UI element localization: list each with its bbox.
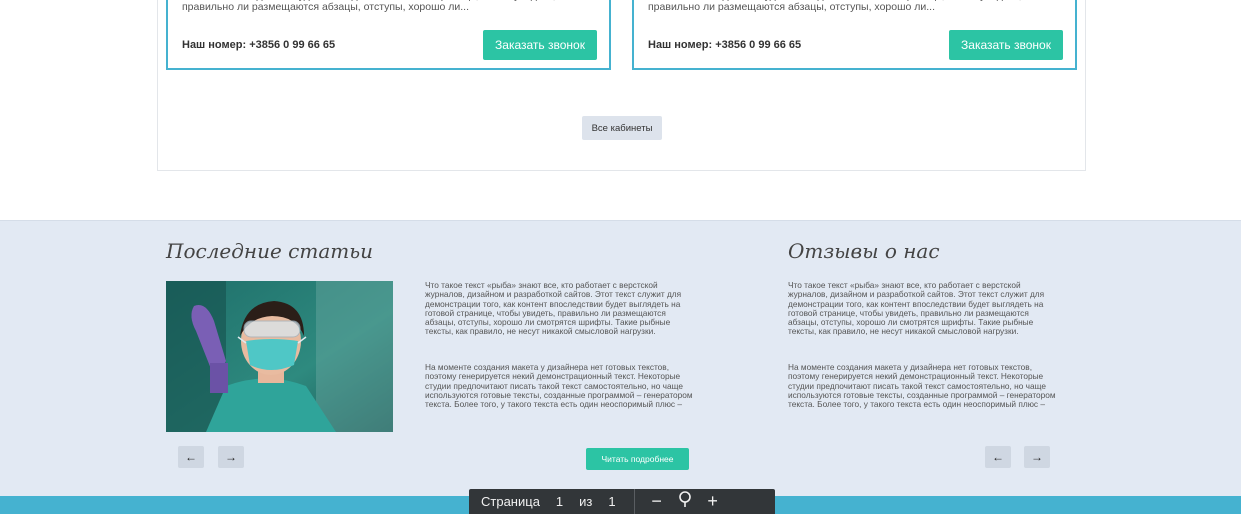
offices-section: дизайном и разработкой сайтов. Этот текс…	[0, 0, 1241, 220]
page-total: 1	[608, 494, 616, 509]
arrow-left-icon: ←	[185, 450, 197, 464]
articles-next-button[interactable]: →	[218, 446, 244, 468]
offices-panel: дизайном и разработкой сайтов. Этот текс…	[157, 0, 1086, 171]
article-paragraph-2: На моменте создания макета у дизайнера н…	[425, 362, 693, 410]
all-cabinets-button[interactable]: Все кабинеты	[582, 116, 662, 140]
arrow-right-icon: →	[1031, 450, 1043, 464]
article-image[interactable]	[166, 281, 393, 432]
zoom-reset-button[interactable]	[671, 491, 699, 512]
footer-info-section: Последние статьи Что такое текст «рыба» …	[0, 220, 1241, 496]
pdf-viewer-toolbar: Страница 1 из 1 − +	[469, 489, 775, 514]
office-card-description: дизайном и разработкой сайтов. Этот текс…	[648, 0, 1022, 13]
toolbar-divider	[633, 489, 635, 514]
request-call-button[interactable]: Заказать звонок	[949, 30, 1063, 60]
office-card-phone: Наш номер: +3856 0 99 66 65	[182, 39, 336, 51]
page-label: Страница	[481, 494, 540, 509]
articles-title: Последние статьи	[166, 239, 374, 263]
article-paragraph-1: Что такое текст «рыба» знают все, кто ра…	[425, 280, 682, 337]
office-card-1: дизайном и разработкой сайтов. Этот текс…	[166, 0, 611, 70]
office-card-phone: Наш номер: +3856 0 99 66 65	[648, 39, 802, 51]
reviews-prev-button[interactable]: ←	[985, 446, 1011, 468]
review-paragraph-1: Что такое текст «рыба» знают все, кто ра…	[788, 280, 1045, 337]
office-card-2: дизайном и разработкой сайтов. Этот текс…	[632, 0, 1077, 70]
articles-prev-button[interactable]: ←	[178, 446, 204, 468]
arrow-left-icon: ←	[992, 450, 1004, 464]
of-label: из	[579, 494, 593, 509]
review-paragraph-2: На моменте создания макета у дизайнера н…	[788, 362, 1056, 410]
zoom-in-button[interactable]: +	[699, 491, 727, 512]
read-more-button[interactable]: Читать подробнее	[586, 448, 689, 470]
reviews-title: Отзывы о нас	[788, 239, 940, 263]
magnifier-icon	[678, 491, 691, 507]
page-number-input[interactable]: 1	[556, 494, 563, 509]
office-card-description: дизайном и разработкой сайтов. Этот текс…	[182, 0, 556, 13]
zoom-out-button[interactable]: −	[643, 491, 671, 512]
request-call-button[interactable]: Заказать звонок	[483, 30, 597, 60]
arrow-right-icon: →	[225, 450, 237, 464]
reviews-next-button[interactable]: →	[1024, 446, 1050, 468]
